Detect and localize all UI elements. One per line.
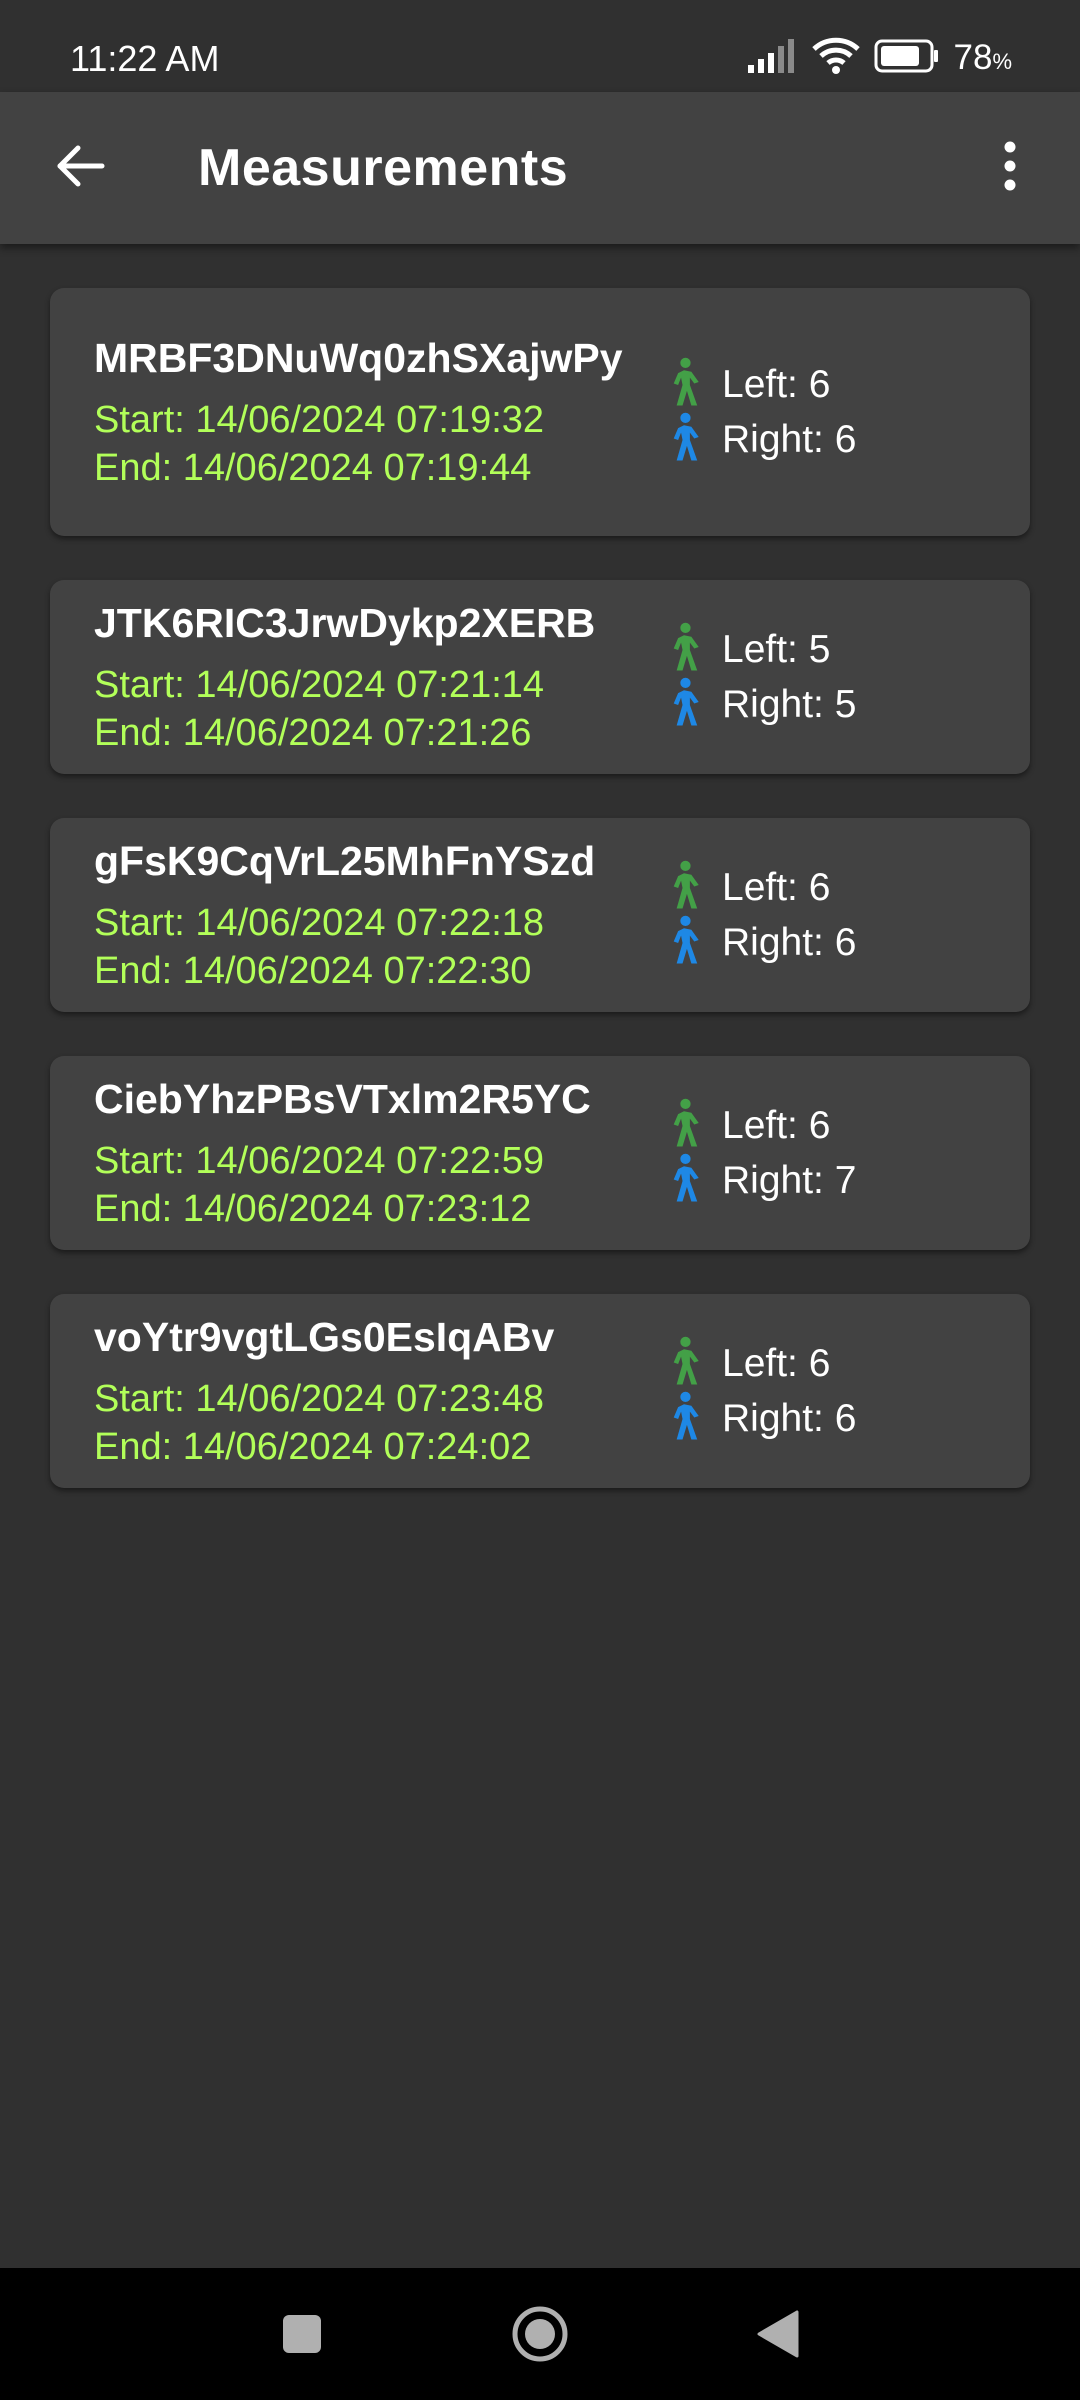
step-counts: Left: 6 Right: 6 <box>666 357 856 467</box>
left-count-row: Left: 6 <box>666 357 856 412</box>
walking-person-icon <box>666 412 722 467</box>
triangle-back-icon <box>757 2310 799 2363</box>
measurement-info: voYtr9vgtLGs0EsIqABv Start: 14/06/2024 0… <box>94 1311 674 1471</box>
walking-person-icon <box>666 357 722 412</box>
measurement-info: JTK6RIC3JrwDykp2XERB Start: 14/06/2024 0… <box>94 597 674 757</box>
measurement-start: Start: 14/06/2024 07:21:14 <box>94 664 545 706</box>
measurement-id: gFsK9CqVrL25MhFnYSzd <box>94 838 596 884</box>
left-count: Left: 6 <box>722 362 831 406</box>
walking-person-icon <box>666 1391 722 1446</box>
status-time: 11:22 AM <box>70 38 220 79</box>
measurement-card[interactable]: MRBF3DNuWq0zhSXajwPy Start: 14/06/2024 0… <box>50 288 1030 536</box>
right-count: Right: 6 <box>722 1396 857 1440</box>
measurement-end: End: 14/06/2024 07:24:02 <box>94 1426 532 1468</box>
measurement-list: MRBF3DNuWq0zhSXajwPy Start: 14/06/2024 0… <box>50 288 1030 1532</box>
walking-person-icon <box>666 860 722 915</box>
circle-icon <box>511 2305 569 2368</box>
measurement-id: MRBF3DNuWq0zhSXajwPy <box>94 335 623 381</box>
left-count-row: Left: 6 <box>666 1098 856 1153</box>
measurement-end: End: 14/06/2024 07:22:30 <box>94 950 532 992</box>
overflow-menu-button[interactable] <box>970 128 1050 208</box>
right-count: Right: 5 <box>722 682 857 726</box>
measurement-card[interactable]: voYtr9vgtLGs0EsIqABv Start: 14/06/2024 0… <box>50 1294 1030 1488</box>
recents-button[interactable] <box>262 2296 342 2376</box>
walking-person-icon <box>666 1153 722 1208</box>
right-count-row: Right: 5 <box>666 677 856 732</box>
walking-person-icon <box>666 1098 722 1153</box>
measurement-end: End: 14/06/2024 07:23:12 <box>94 1188 532 1230</box>
app-bar: Measurements <box>0 92 1080 244</box>
step-counts: Left: 6 Right: 6 <box>666 860 856 970</box>
left-count-row: Left: 6 <box>666 860 856 915</box>
left-count: Left: 6 <box>722 1103 831 1147</box>
step-counts: Left: 6 Right: 6 <box>666 1336 856 1446</box>
measurement-info: gFsK9CqVrL25MhFnYSzd Start: 14/06/2024 0… <box>94 835 674 995</box>
measurement-start: Start: 14/06/2024 07:22:18 <box>94 902 545 944</box>
measurement-start: Start: 14/06/2024 07:19:32 <box>94 399 545 441</box>
left-count-row: Left: 6 <box>666 1336 856 1391</box>
back-button[interactable] <box>40 128 120 208</box>
square-icon <box>282 2314 322 2359</box>
right-count-row: Right: 6 <box>666 412 856 467</box>
measurement-card[interactable]: JTK6RIC3JrwDykp2XERB Start: 14/06/2024 0… <box>50 580 1030 774</box>
arrow-back-icon <box>54 143 106 194</box>
right-count-row: Right: 6 <box>666 915 856 970</box>
measurement-info: CiebYhzPBsVTxlm2R5YC Start: 14/06/2024 0… <box>94 1073 674 1233</box>
walking-person-icon <box>666 622 722 677</box>
measurement-start: Start: 14/06/2024 07:22:59 <box>94 1140 545 1182</box>
right-count: Right: 7 <box>722 1158 857 1202</box>
right-count: Right: 6 <box>722 920 857 964</box>
right-count-row: Right: 7 <box>666 1153 856 1208</box>
measurement-id: CiebYhzPBsVTxlm2R5YC <box>94 1076 591 1122</box>
page-title: Measurements <box>198 139 569 197</box>
battery-unit: % <box>992 49 1012 74</box>
measurement-card[interactable]: CiebYhzPBsVTxlm2R5YC Start: 14/06/2024 0… <box>50 1056 1030 1250</box>
right-count-row: Right: 6 <box>666 1391 856 1446</box>
left-count: Left: 6 <box>722 865 831 909</box>
status-bar: 11:22 AM 78% <box>0 0 1080 92</box>
battery-icon <box>874 39 940 78</box>
right-count: Right: 6 <box>722 417 857 461</box>
walking-person-icon <box>666 915 722 970</box>
walking-person-icon <box>666 677 722 732</box>
measurement-info: MRBF3DNuWq0zhSXajwPy Start: 14/06/2024 0… <box>94 332 674 492</box>
step-counts: Left: 6 Right: 7 <box>666 1098 856 1208</box>
status-icons: 78% <box>747 36 1013 80</box>
signal-icon <box>747 38 798 78</box>
left-count: Left: 6 <box>722 1341 831 1385</box>
left-count: Left: 5 <box>722 627 831 671</box>
measurement-end: End: 14/06/2024 07:19:44 <box>94 447 532 489</box>
left-count-row: Left: 5 <box>666 622 856 677</box>
system-nav-bar <box>0 2268 1080 2400</box>
step-counts: Left: 5 Right: 5 <box>666 622 856 732</box>
measurement-id: voYtr9vgtLGs0EsIqABv <box>94 1314 555 1360</box>
home-button[interactable] <box>500 2296 580 2376</box>
measurement-card[interactable]: gFsK9CqVrL25MhFnYSzd Start: 14/06/2024 0… <box>50 818 1030 1012</box>
more-vert-icon <box>1003 141 1017 196</box>
battery-percentage: 78% <box>954 38 1013 78</box>
wifi-icon <box>811 37 860 80</box>
measurement-id: JTK6RIC3JrwDykp2XERB <box>94 600 596 646</box>
walking-person-icon <box>666 1336 722 1391</box>
battery-value: 78 <box>953 38 993 77</box>
measurement-end: End: 14/06/2024 07:21:26 <box>94 712 532 754</box>
measurement-start: Start: 14/06/2024 07:23:48 <box>94 1378 545 1420</box>
back-nav-button[interactable] <box>738 2296 818 2376</box>
